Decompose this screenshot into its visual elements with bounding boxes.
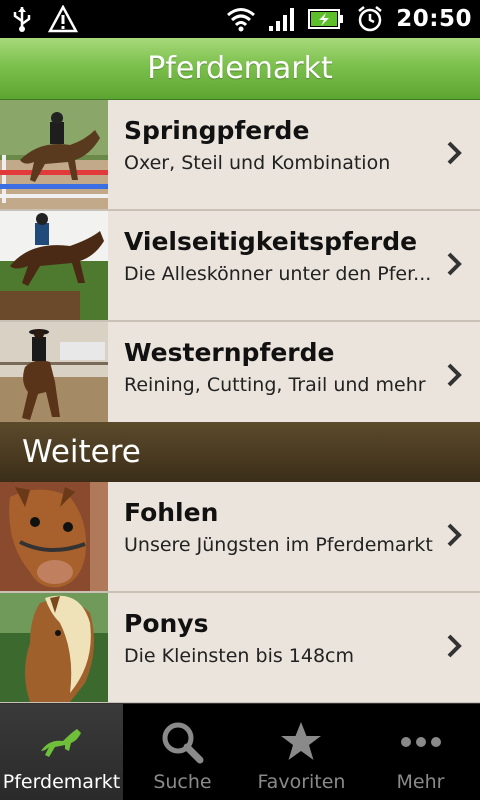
list-item-subtitle: Reining, Cutting, Trail und mehr bbox=[124, 374, 426, 396]
vielseitigkeitspferde-thumbnail bbox=[0, 211, 108, 320]
star-icon bbox=[281, 722, 322, 760]
fohlen-thumbnail bbox=[0, 482, 108, 591]
warning-icon bbox=[48, 5, 78, 33]
title-bar: Pferdemarkt bbox=[0, 38, 480, 100]
more-icon bbox=[400, 737, 441, 747]
chevron-right-icon bbox=[447, 141, 462, 165]
westernpferde-thumbnail bbox=[0, 322, 108, 431]
list-item-ponys[interactable]: Ponys Die Kleinsten bis 148cm bbox=[0, 593, 480, 704]
usb-icon bbox=[13, 7, 31, 32]
tab-label: Suche bbox=[153, 771, 212, 793]
alarm-icon bbox=[358, 6, 383, 32]
list-item-title: Fohlen bbox=[124, 498, 219, 527]
list-item-title: Vielseitigkeitspferde bbox=[124, 227, 418, 256]
tab-suche[interactable]: Suche bbox=[123, 704, 242, 800]
list-item-westernpferde[interactable]: Westernpferde Reining, Cutting, Trail un… bbox=[0, 322, 480, 433]
tab-pferdemarkt[interactable]: Pferdemarkt bbox=[0, 704, 123, 800]
list-item-springpferde[interactable]: Springpferde Oxer, Steil und Kombination bbox=[0, 100, 480, 211]
page-title: Pferdemarkt bbox=[147, 51, 333, 86]
list-item-subtitle: Unsere Jüngsten im Pferdemarkt bbox=[124, 534, 433, 556]
bottom-tab-bar: Pferdemarkt Suche Favoriten Mehr bbox=[0, 703, 480, 800]
list-item-title: Ponys bbox=[124, 609, 209, 638]
list-item-fohlen[interactable]: Fohlen Unsere Jüngsten im Pferdemarkt bbox=[0, 482, 480, 593]
status-bar: 20:50 bbox=[0, 0, 480, 38]
list-item-subtitle: Oxer, Steil und Kombination bbox=[124, 152, 391, 174]
tab-label: Mehr bbox=[396, 771, 445, 793]
springpferde-thumbnail bbox=[0, 100, 108, 209]
ponys-thumbnail bbox=[0, 593, 108, 702]
list-item-title: Westernpferde bbox=[124, 338, 335, 367]
list-item-title: Springpferde bbox=[124, 116, 310, 145]
wifi-icon bbox=[227, 8, 256, 32]
tab-label: Pferdemarkt bbox=[2, 771, 121, 793]
tab-label: Favoriten bbox=[257, 771, 346, 793]
horse-icon bbox=[41, 729, 82, 757]
section-header-weitere: Weitere bbox=[0, 422, 480, 482]
section-header-label: Weitere bbox=[22, 434, 141, 470]
battery-charging-icon bbox=[308, 9, 344, 29]
chevron-right-icon bbox=[447, 523, 462, 547]
chevron-right-icon bbox=[447, 634, 462, 658]
signal-icon bbox=[269, 8, 295, 31]
search-icon bbox=[162, 722, 204, 764]
category-list: Springpferde Oxer, Steil und Kombination… bbox=[0, 100, 480, 704]
tab-favoriten[interactable]: Favoriten bbox=[242, 704, 361, 800]
list-item-vielseitigkeitspferde[interactable]: Vielseitigkeitspferde Die Alleskönner un… bbox=[0, 211, 480, 322]
chevron-right-icon bbox=[447, 252, 462, 276]
list-item-subtitle: Die Alleskönner unter den Pfer... bbox=[124, 263, 432, 285]
list-item-subtitle: Die Kleinsten bis 148cm bbox=[124, 645, 355, 667]
status-time: 20:50 bbox=[396, 6, 472, 32]
chevron-right-icon bbox=[447, 363, 462, 387]
tab-mehr[interactable]: Mehr bbox=[361, 704, 480, 800]
